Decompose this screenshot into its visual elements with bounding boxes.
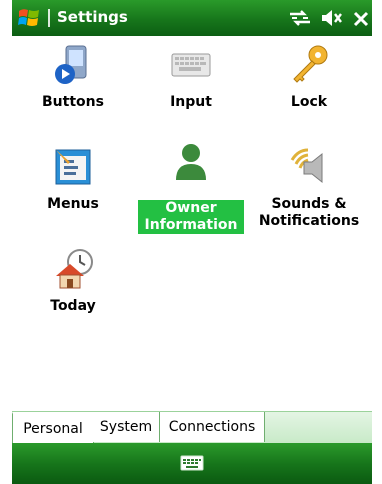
owner-icon xyxy=(176,144,206,180)
settings-item-label: Lock xyxy=(290,94,328,110)
home-clock-icon xyxy=(56,249,93,289)
connectivity-icon[interactable] xyxy=(288,8,312,28)
tab-bar: Personal System Connections xyxy=(12,411,372,444)
keyboard-toggle-icon[interactable] xyxy=(180,454,204,472)
settings-item-label: Menus xyxy=(47,196,99,212)
volume-off-icon[interactable] xyxy=(320,8,344,28)
title-separator xyxy=(48,9,50,27)
buttons-icon xyxy=(55,45,87,84)
settings-item-label: Today xyxy=(50,298,96,314)
settings-item-label: Buttons xyxy=(42,94,104,110)
settings-item-buttons[interactable]: Buttons xyxy=(14,38,132,130)
menus-icon xyxy=(55,149,91,185)
tab-connections[interactable]: Connections xyxy=(160,412,265,442)
settings-item-lock[interactable]: Lock xyxy=(250,38,368,130)
tab-system[interactable]: System xyxy=(93,412,160,442)
settings-item-label: Owner Information xyxy=(138,200,244,234)
title-bar: Settings xyxy=(12,0,372,36)
settings-item-today[interactable]: Today xyxy=(14,242,132,334)
settings-item-label: Sounds & Notifications xyxy=(258,196,360,229)
windows-start-icon[interactable] xyxy=(16,5,42,31)
close-icon[interactable] xyxy=(352,9,370,29)
key-icon xyxy=(293,45,328,83)
settings-item-owner-information[interactable]: Owner Information xyxy=(132,36,250,236)
soft-key-bar xyxy=(12,443,372,484)
settings-item-menus[interactable]: Menus xyxy=(14,140,132,232)
settings-grid: Buttons Input Lock Menus Owner Informati… xyxy=(12,36,372,410)
window-title: Settings xyxy=(57,8,128,26)
speaker-icon xyxy=(290,148,323,184)
settings-item-sounds-notifications[interactable]: Sounds & Notifications xyxy=(250,140,368,232)
tab-personal[interactable]: Personal xyxy=(12,412,94,444)
